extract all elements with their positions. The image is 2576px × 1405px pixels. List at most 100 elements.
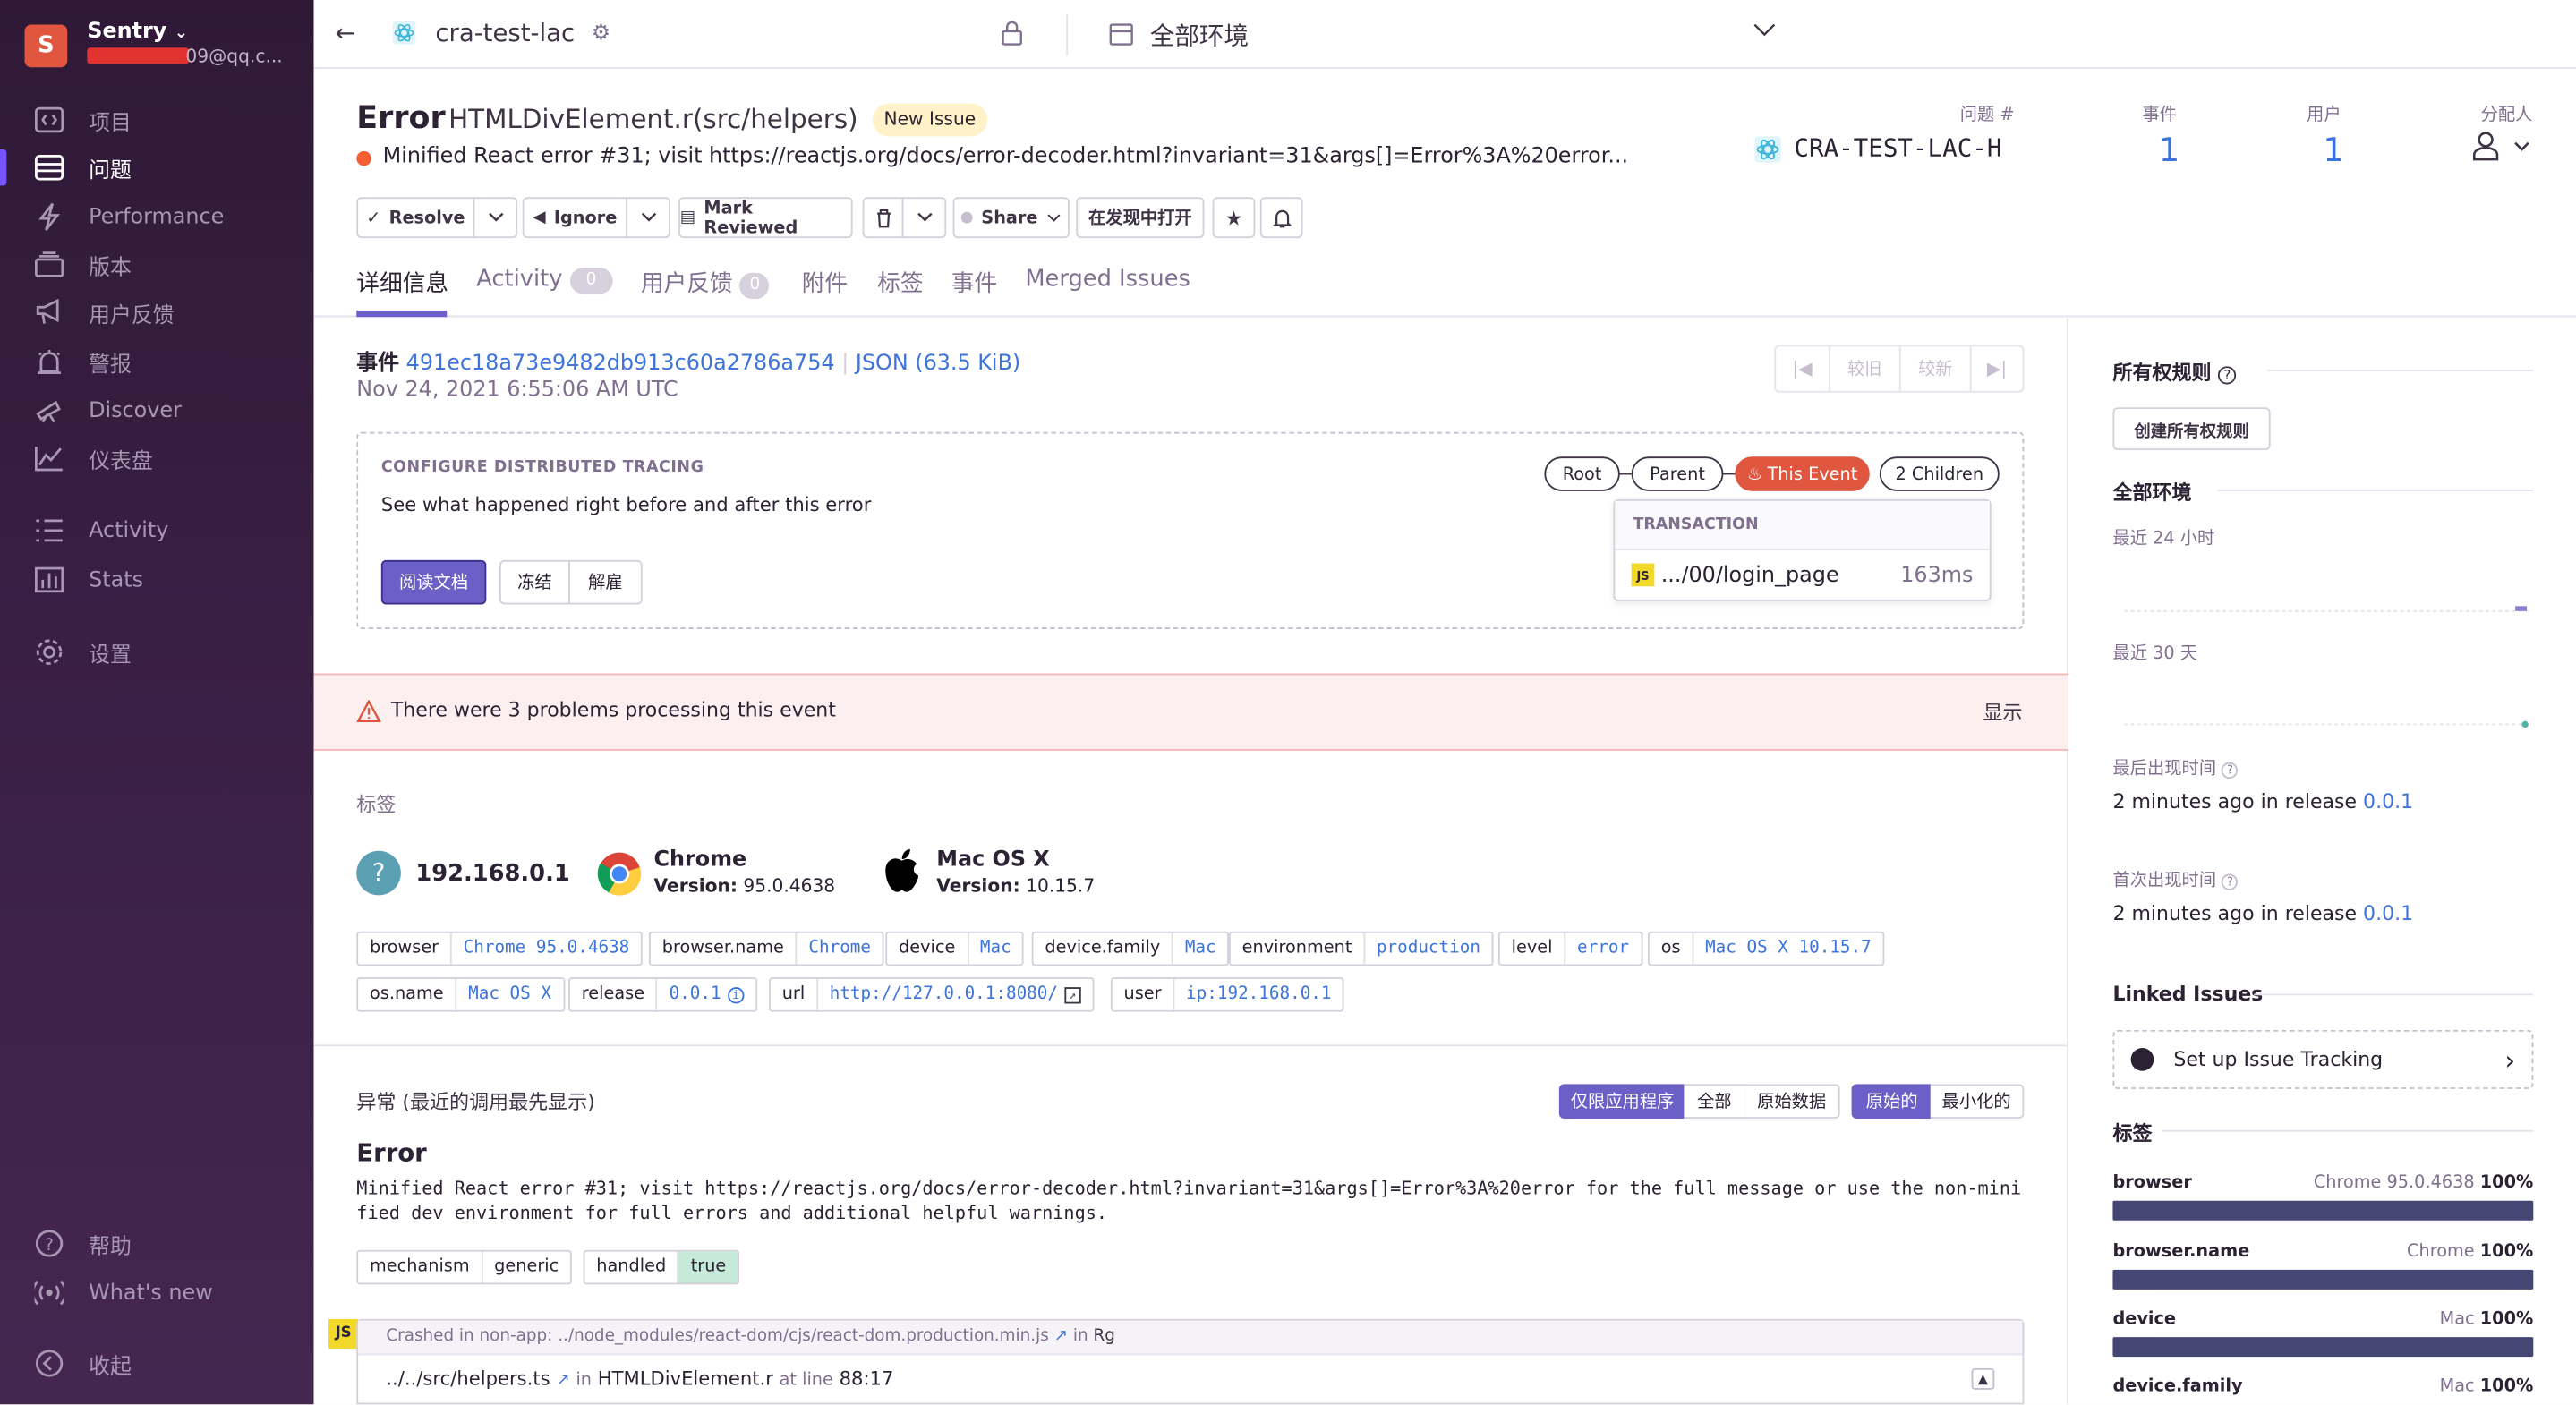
trace-this-event-pill[interactable]: ♨ This Event xyxy=(1735,456,1870,491)
react-icon xyxy=(1754,136,1781,163)
setup-issue-tracking[interactable]: Set up Issue Tracking › xyxy=(2112,1029,2534,1089)
delete-dropdown-button[interactable] xyxy=(901,197,947,239)
mark-reviewed-button[interactable]: ▤ Mark Reviewed xyxy=(678,197,853,239)
app-only-toggle[interactable]: 仅限应用程序 xyxy=(1558,1084,1686,1119)
trace-root-pill[interactable]: Root xyxy=(1544,456,1620,491)
tag-os[interactable]: os Mac OS X 10.15.7 xyxy=(1648,931,1885,966)
gear-icon xyxy=(33,637,66,667)
sidebar-item-stats[interactable]: Stats xyxy=(0,558,314,601)
rule xyxy=(2162,1129,2534,1132)
lock-icon[interactable] xyxy=(1001,20,1024,46)
first-event-icon[interactable]: |◀ xyxy=(1776,346,1830,391)
org-avatar[interactable]: S xyxy=(24,24,68,68)
bookmark-button[interactable]: ★ xyxy=(1212,197,1256,239)
tag-environment[interactable]: environment production xyxy=(1228,931,1494,966)
chevron-up-icon[interactable]: ▲ xyxy=(1971,1367,1995,1390)
sidebar-item-help[interactable]: ? 帮助 xyxy=(0,1222,314,1265)
tag-os-name[interactable]: os.name Mac OS X xyxy=(356,977,565,1012)
sidebar-item-whats-new[interactable]: What's new xyxy=(0,1272,314,1315)
ignore-dropdown-button[interactable] xyxy=(626,197,670,239)
json-link[interactable]: JSON (63.5 KiB) xyxy=(856,352,1020,377)
original-toggle[interactable]: 原始的 xyxy=(1851,1084,1932,1119)
siren-icon xyxy=(33,346,66,376)
event-id-link[interactable]: 491ec18a73e9482db913c60a2786a754 xyxy=(406,352,835,377)
info-icon[interactable]: ? xyxy=(2222,873,2239,890)
release-link[interactable]: 0.0.1 xyxy=(2363,902,2413,925)
tag-browser[interactable]: browser Chrome 95.0.4638 xyxy=(356,931,643,966)
transaction-row[interactable]: JS .../00/login_page 163ms xyxy=(1615,550,1989,600)
snooze-button[interactable]: 冻结 xyxy=(499,559,570,605)
dismiss-button[interactable]: 解雇 xyxy=(568,559,643,605)
release-link[interactable]: 0.0.1 xyxy=(2363,790,2413,813)
resolve-dropdown-button[interactable] xyxy=(473,197,518,239)
tag-device-family[interactable]: device.family Mac xyxy=(1031,931,1230,966)
sidebar-item-activity[interactable]: Activity xyxy=(0,509,314,552)
tag-distribution-bar[interactable] xyxy=(2112,1269,2534,1290)
older-button[interactable]: 较旧 xyxy=(1830,346,1901,391)
tag-distribution-bar[interactable] xyxy=(2112,1200,2534,1221)
minified-toggle[interactable]: 最小化的 xyxy=(1930,1084,2025,1119)
read-docs-button[interactable]: 阅读文档 xyxy=(380,559,487,605)
create-ownership-button[interactable]: 创建所有权规则 xyxy=(2112,407,2271,450)
org-name[interactable]: Sentry ⌄ xyxy=(87,20,188,45)
subscribe-button[interactable] xyxy=(1259,197,1303,239)
question-icon[interactable]: ? xyxy=(2218,366,2237,385)
tag-url[interactable]: url http://127.0.0.1:8080/↗ xyxy=(769,977,1095,1012)
handled-tag: handled true xyxy=(583,1249,740,1285)
sidebar-item-discover[interactable]: Discover xyxy=(0,389,314,432)
mute-icon: ◀ xyxy=(533,209,546,227)
trace-children-pill[interactable]: 2 Children xyxy=(1879,456,2000,491)
project-settings-gear-icon[interactable]: ⚙ xyxy=(592,21,610,47)
context-os-version: Version: 10.15.7 xyxy=(936,875,1096,898)
tab-details[interactable]: 详细信息 xyxy=(356,266,448,299)
external-link-icon[interactable]: ↗ xyxy=(1054,1327,1068,1345)
stack-frame[interactable]: ../../src/helpers.ts ↗ in HTMLDivElement… xyxy=(386,1367,893,1390)
external-link-icon[interactable]: ↗ xyxy=(1064,986,1081,1003)
sidebar-item-performance[interactable]: Performance xyxy=(0,195,314,238)
assignee-selector[interactable] xyxy=(2472,132,2531,161)
show-problems-button[interactable]: 显示 xyxy=(1983,698,2022,726)
sidebar-item-user-feedback[interactable]: 用户反馈 xyxy=(0,291,314,334)
project-name[interactable]: cra-test-lac xyxy=(435,18,575,47)
resolve-button[interactable]: ✓ Resolve xyxy=(356,197,475,239)
sidebar-item-projects[interactable]: 项目 xyxy=(0,98,314,141)
tab-events[interactable]: 事件 xyxy=(951,266,997,299)
delete-button[interactable] xyxy=(862,197,904,239)
external-link-icon[interactable]: ↗ xyxy=(556,1372,569,1390)
sidebar-item-releases[interactable]: 版本 xyxy=(0,243,314,286)
star-icon: ★ xyxy=(1224,206,1243,230)
tab-tags[interactable]: 标签 xyxy=(877,266,923,299)
tag-release[interactable]: release 0.0.1 i xyxy=(568,977,757,1012)
tag-level[interactable]: level error xyxy=(1497,931,1642,966)
tag-distribution-browser-name-key: browser.name xyxy=(2112,1241,2250,1262)
sidebar-item-issues[interactable]: 问题 xyxy=(0,146,314,189)
sidebar-item-settings[interactable]: 设置 xyxy=(0,631,314,674)
open-in-discover-button[interactable]: 在发现中打开 xyxy=(1076,197,1205,239)
tag-device[interactable]: device Mac xyxy=(885,931,1025,966)
ignore-button[interactable]: ◀ Ignore xyxy=(522,197,628,239)
users-count[interactable]: 1 xyxy=(2323,130,2343,169)
tab-user-feedback[interactable]: 用户反馈 0 xyxy=(641,266,770,300)
last-event-icon[interactable]: ▶| xyxy=(1972,346,2023,391)
tab-merged-issues[interactable]: Merged Issues xyxy=(1025,266,1190,292)
sidebar-item-dashboards[interactable]: 仪表盘 xyxy=(0,437,314,480)
sidebar-collapse[interactable]: 收起 xyxy=(0,1342,314,1385)
tab-attachments[interactable]: 附件 xyxy=(802,266,848,299)
sidebar-item-alerts[interactable]: 警报 xyxy=(0,340,314,383)
short-id[interactable]: CRA-TEST-LAC-H xyxy=(1794,133,2001,163)
tag-distribution-bar[interactable] xyxy=(2112,1337,2534,1358)
back-arrow-icon[interactable]: ← xyxy=(335,18,368,51)
newer-button[interactable]: 较新 xyxy=(1901,346,1972,391)
environment-selector[interactable]: 全部环境 xyxy=(1150,18,1249,53)
tab-activity[interactable]: Activity 0 xyxy=(476,266,613,294)
info-icon[interactable]: i xyxy=(727,986,745,1003)
trace-parent-pill[interactable]: Parent xyxy=(1631,456,1724,491)
full-toggle[interactable]: 全部 xyxy=(1684,1084,1747,1119)
raw-toggle[interactable]: 原始数据 xyxy=(1744,1084,1840,1119)
info-icon[interactable]: ? xyxy=(2222,762,2239,779)
tag-browser-name[interactable]: browser.name Chrome xyxy=(649,931,884,966)
tag-user[interactable]: user ip:192.168.0.1 xyxy=(1110,977,1345,1012)
share-button[interactable]: Share xyxy=(952,197,1070,239)
chevron-down-icon[interactable] xyxy=(1753,20,1776,37)
events-count[interactable]: 1 xyxy=(2159,130,2179,169)
